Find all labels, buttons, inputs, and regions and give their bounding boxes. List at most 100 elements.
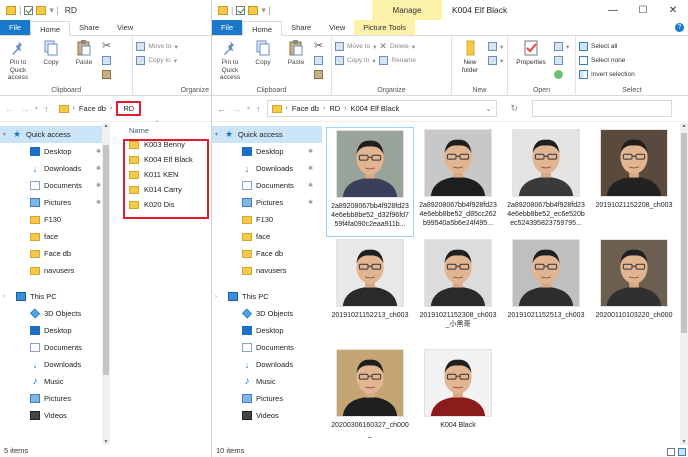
close-button[interactable]: ✕: [658, 0, 688, 20]
content-scrollbar[interactable]: ▲ ▼: [680, 123, 688, 445]
nav-pc-videos[interactable]: Videos: [0, 407, 110, 424]
nav-face-db[interactable]: Face db: [0, 245, 110, 262]
scroll-down-icon[interactable]: ▼: [102, 439, 110, 445]
search-input[interactable]: [532, 100, 673, 117]
tab-home[interactable]: Home: [30, 21, 71, 36]
chevron-down-icon[interactable]: ▾: [35, 105, 38, 112]
nav-pc-pictures[interactable]: Pictures: [212, 390, 322, 407]
tab-file[interactable]: File: [0, 20, 31, 35]
up-arrow-icon[interactable]: ↑: [44, 104, 49, 114]
thumbnail-tile[interactable]: K004 Black: [414, 347, 502, 457]
nav-pc-documents[interactable]: Documents: [0, 339, 110, 356]
nav-desktop[interactable]: Desktop ✱: [212, 143, 322, 160]
maximize-button[interactable]: ☐: [628, 0, 658, 20]
nav-this-pc[interactable]: › This PC: [212, 288, 322, 305]
invert-selection-button[interactable]: Invert selection: [579, 69, 635, 80]
copy-path-button[interactable]: [102, 55, 111, 66]
tab-share[interactable]: Share: [282, 20, 320, 35]
nav-pictures[interactable]: Pictures ✱: [0, 194, 110, 211]
select-none-button[interactable]: Select none: [579, 55, 635, 66]
dropdown-icon[interactable]: ▾ |: [49, 5, 58, 16]
new-item-button[interactable]: ▾: [488, 41, 503, 52]
open-button[interactable]: ▾: [554, 41, 569, 52]
scroll-up-icon[interactable]: ▲: [680, 123, 688, 129]
chevron-right-icon[interactable]: ›: [215, 294, 217, 300]
nav-scrollbar[interactable]: ▲ ▼: [102, 123, 110, 445]
tab-picture-tools[interactable]: Picture Tools: [354, 20, 416, 35]
rename-button[interactable]: Rename: [379, 55, 416, 66]
up-arrow-icon[interactable]: ↑: [256, 104, 261, 114]
checkbox-icon[interactable]: [24, 5, 34, 15]
tab-view[interactable]: View: [108, 20, 142, 35]
scroll-thumb[interactable]: [103, 145, 109, 375]
chevron-down-icon[interactable]: ▾: [3, 131, 6, 138]
copy-to-button[interactable]: Copy to ▾: [136, 55, 177, 66]
nav-quick-access[interactable]: ▾ ★ Quick access: [0, 126, 110, 143]
nav-downloads[interactable]: ↓ Downloads ✱: [0, 160, 110, 177]
thumbnail-tile[interactable]: 20191021152513_ch003: [502, 237, 590, 347]
move-to-button[interactable]: Move to ▾: [136, 41, 178, 52]
column-header-name[interactable]: ^ Name: [110, 120, 211, 137]
details-view-icon[interactable]: [667, 448, 675, 456]
tab-file[interactable]: File: [212, 20, 243, 35]
breadcrumb-rd[interactable]: RD: [116, 101, 142, 116]
thumbnail-tile[interactable]: 20191021152213_ch003: [326, 237, 414, 347]
nav-pc-downloads[interactable]: ↓ Downloads: [0, 356, 110, 373]
easy-access-button[interactable]: ▾: [488, 55, 503, 66]
nav-pc-music[interactable]: ♪ Music: [0, 373, 110, 390]
nav-documents[interactable]: Documents ✱: [0, 177, 110, 194]
paste-shortcut-button[interactable]: [102, 69, 111, 80]
nav-pictures[interactable]: Pictures ✱: [212, 194, 322, 211]
breadcrumb-face-db[interactable]: Face db: [292, 104, 319, 113]
forward-arrow-icon[interactable]: →: [20, 104, 29, 114]
nav-pc-documents[interactable]: Documents: [212, 339, 322, 356]
copy-path-button[interactable]: [314, 55, 323, 66]
folder-icon[interactable]: [248, 5, 259, 15]
nav-pc-desktop[interactable]: Desktop: [0, 322, 110, 339]
thumbnail-tile[interactable]: 20191021152308_ch003_小黑哥: [414, 237, 502, 347]
nav-f130[interactable]: F130: [0, 211, 110, 228]
breadcrumb-face-db[interactable]: Face db: [79, 104, 106, 113]
large-icons-view-icon[interactable]: [678, 448, 686, 456]
nav-face-db[interactable]: Face db: [212, 245, 322, 262]
minimize-button[interactable]: —: [598, 0, 628, 20]
chevron-down-icon[interactable]: ▾: [215, 131, 218, 138]
history-button[interactable]: [554, 69, 569, 80]
nav-pc-videos[interactable]: Videos: [212, 407, 322, 424]
back-arrow-icon[interactable]: ←: [217, 104, 226, 114]
folder-icon[interactable]: [36, 5, 47, 15]
chevron-down-icon[interactable]: ▾: [247, 105, 250, 112]
help-icon[interactable]: ?: [675, 23, 684, 32]
nav-quick-access[interactable]: ▾ ★ Quick access: [212, 126, 322, 143]
forward-arrow-icon[interactable]: →: [232, 104, 241, 114]
dropdown-icon[interactable]: ▾ |: [261, 5, 270, 16]
tab-view[interactable]: View: [320, 20, 354, 35]
nav-pc-downloads[interactable]: ↓ Downloads: [212, 356, 322, 373]
select-all-button[interactable]: Select all: [579, 41, 635, 52]
breadcrumb-k004[interactable]: K004 Elf Black: [351, 104, 400, 113]
address-bar[interactable]: › Face db › RD: [55, 100, 206, 117]
move-to-button[interactable]: Move to ▾: [335, 41, 376, 52]
address-bar[interactable]: › Face db › RD › K004 Elf Black ⌄: [266, 100, 497, 117]
copy-to-button[interactable]: Copy to ▾: [335, 55, 376, 66]
thumbnail-tile[interactable]: 2a89208067bb4f928fd234e6ebb8be52_d85cc26…: [414, 127, 502, 237]
nav-navusers[interactable]: navusers: [0, 262, 110, 279]
nav-pc-desktop[interactable]: Desktop: [212, 322, 322, 339]
checkbox-icon[interactable]: [236, 5, 246, 15]
thumbnail-tile[interactable]: 20191021152208_ch003: [590, 127, 678, 237]
nav-documents[interactable]: Documents ✱: [212, 177, 322, 194]
refresh-icon[interactable]: ↻: [511, 103, 519, 114]
delete-button[interactable]: ✕ Delete ▾: [379, 41, 416, 52]
edit-button[interactable]: [554, 55, 569, 66]
scroll-down-icon[interactable]: ▼: [680, 439, 688, 445]
breadcrumb-rd[interactable]: RD: [329, 104, 340, 113]
nav-3d-objects[interactable]: 3D Objects: [0, 305, 110, 322]
cut-button[interactable]: ✂: [102, 41, 111, 52]
nav-3d-objects[interactable]: 3D Objects: [212, 305, 322, 322]
thumbnail-tile[interactable]: 20200306160327_ch000_: [326, 347, 414, 457]
tab-share[interactable]: Share: [70, 20, 108, 35]
thumbnail-tile[interactable]: 20200110103220_ch000: [590, 237, 678, 347]
chevron-right-icon[interactable]: ›: [3, 294, 5, 300]
address-dropdown-icon[interactable]: ⌄: [486, 105, 492, 113]
nav-desktop[interactable]: Desktop ✱: [0, 143, 110, 160]
